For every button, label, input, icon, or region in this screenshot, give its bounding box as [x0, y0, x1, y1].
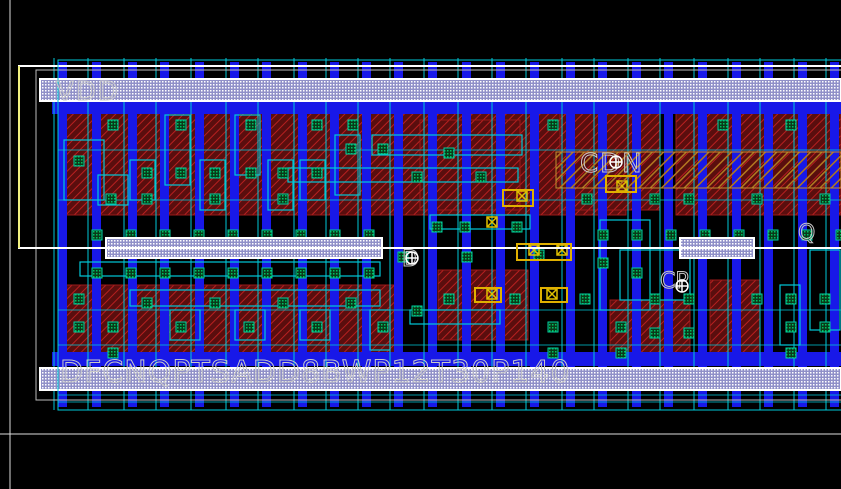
- contact-cut: [73, 293, 85, 305]
- contact-cut: [431, 221, 443, 233]
- contact-cut: [105, 193, 117, 205]
- contact-cut: [345, 297, 357, 309]
- contact-cut: [261, 267, 273, 279]
- contact-cut: [785, 347, 797, 359]
- cell-name-label[interactable]: DFCNQPTSADD8BWP12T30P140: [60, 355, 570, 391]
- contact-cut: [649, 193, 661, 205]
- contact-cut: [175, 167, 187, 179]
- contact-cut: [649, 293, 661, 305]
- contact-cut: [819, 321, 831, 333]
- contact-cut: [159, 267, 171, 279]
- contact-cut: [443, 293, 455, 305]
- contact-cut: [581, 193, 593, 205]
- pin-label-cp[interactable]: CP: [660, 269, 690, 295]
- contact-cut: [209, 297, 221, 309]
- contact-cut: [91, 267, 103, 279]
- contact-cut: [243, 321, 255, 333]
- contact-cut: [91, 229, 103, 241]
- pin-label-cdn[interactable]: CDN: [580, 149, 644, 180]
- contact-cut: [785, 119, 797, 131]
- contact-cut: [547, 119, 559, 131]
- contact-cut: [245, 119, 257, 131]
- contact-cut: [615, 347, 627, 359]
- contact-cut: [597, 229, 609, 241]
- contact-cut: [175, 119, 187, 131]
- contact-cut: [107, 321, 119, 333]
- contact-cut: [819, 193, 831, 205]
- contact-cut: [125, 267, 137, 279]
- contact-cut: [751, 293, 763, 305]
- contact-cut: [665, 229, 677, 241]
- contact-cut: [547, 321, 559, 333]
- contact-cut: [311, 321, 323, 333]
- contact-cut: [107, 119, 119, 131]
- contact-cut: [475, 171, 487, 183]
- contact-cut: [377, 143, 389, 155]
- contact-cut: [411, 305, 423, 317]
- contact-cut: [443, 147, 455, 159]
- pin-label-q[interactable]: Q: [798, 221, 816, 247]
- contact-cut: [509, 293, 521, 305]
- contact-cut: [819, 293, 831, 305]
- contact-cut: [329, 267, 341, 279]
- contact-cut: [459, 221, 471, 233]
- contact-cut: [73, 321, 85, 333]
- contact-cut: [461, 251, 473, 263]
- contact-cut: [751, 193, 763, 205]
- contact-cut: [363, 267, 375, 279]
- contact-cut: [141, 193, 153, 205]
- contact-cut: [209, 167, 221, 179]
- contact-cut: [835, 229, 841, 241]
- contact-cut: [785, 321, 797, 333]
- contact-cut: [141, 297, 153, 309]
- contact-cut: [411, 171, 423, 183]
- contact-cut: [277, 193, 289, 205]
- layout-canvas[interactable]: VDD CDN D CP Q DFCNQPTSADD8BWP12T30P140: [0, 0, 841, 489]
- contact-cut: [245, 167, 257, 179]
- contact-cut: [631, 267, 643, 279]
- contact-cut: [311, 167, 323, 179]
- contact-cut: [767, 229, 779, 241]
- pin-label-vdd[interactable]: VDD: [56, 77, 120, 108]
- contact-cut: [345, 143, 357, 155]
- contact-cut: [649, 327, 661, 339]
- contact-cut: [377, 321, 389, 333]
- contact-cut: [597, 257, 609, 269]
- contact-cut: [277, 167, 289, 179]
- contact-cut: [227, 267, 239, 279]
- contact-cut: [785, 293, 797, 305]
- contact-cut: [579, 293, 591, 305]
- contact-cut: [717, 119, 729, 131]
- contact-cut: [631, 229, 643, 241]
- contact-cut: [175, 321, 187, 333]
- contact-cut: [615, 321, 627, 333]
- contact-cut: [683, 193, 695, 205]
- metal1-rail-top: [52, 100, 841, 114]
- contact-cut: [683, 327, 695, 339]
- contact-cut: [209, 193, 221, 205]
- diffusion-region: [437, 269, 529, 341]
- contact-cut: [311, 119, 323, 131]
- contact-cut: [193, 267, 205, 279]
- contact-cut: [141, 167, 153, 179]
- via-cut: [546, 288, 558, 300]
- contact-cut: [511, 221, 523, 233]
- pin-label-d[interactable]: D: [402, 247, 420, 273]
- contact-cut: [683, 293, 695, 305]
- contact-cut: [347, 119, 359, 131]
- contact-cut: [73, 155, 85, 167]
- contact-cut: [277, 297, 289, 309]
- contact-cut: [295, 267, 307, 279]
